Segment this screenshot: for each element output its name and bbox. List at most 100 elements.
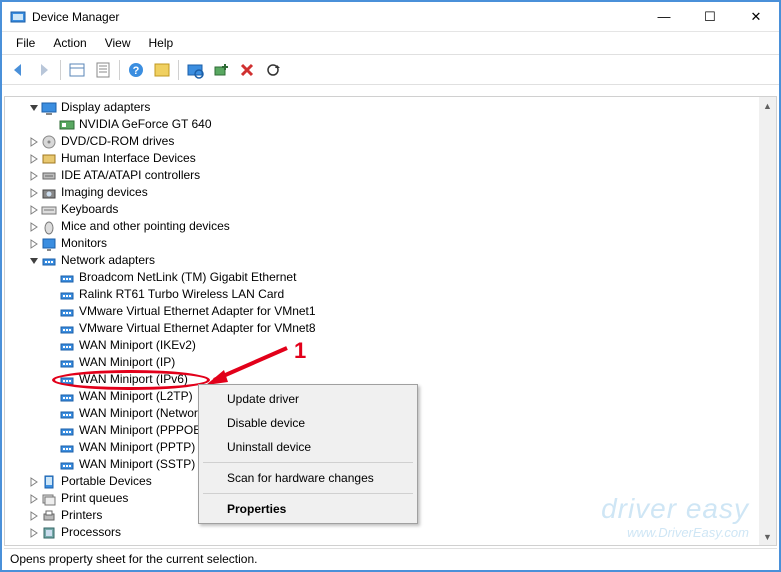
tree-item-label: DVD/CD-ROM drives xyxy=(61,133,174,150)
vertical-scrollbar[interactable]: ▲ ▼ xyxy=(759,97,776,545)
menu-action[interactable]: Action xyxy=(45,34,94,52)
toolbar-back-button[interactable] xyxy=(6,58,30,82)
tree-item[interactable]: VMware Virtual Ethernet Adapter for VMne… xyxy=(5,303,776,320)
toolbar-properties-button[interactable] xyxy=(91,58,115,82)
context-menu-uninstall-device[interactable]: Uninstall device xyxy=(201,435,415,459)
toolbar-forward-button[interactable] xyxy=(32,58,56,82)
chevron-right-icon[interactable] xyxy=(27,203,41,217)
tree-expander-none xyxy=(45,390,59,404)
svg-text:?: ? xyxy=(133,65,140,77)
tree-item-label: Print queues xyxy=(61,490,128,507)
gpu-icon xyxy=(59,117,75,133)
chevron-down-icon[interactable] xyxy=(27,254,41,268)
tree-item[interactable]: WAN Miniport (IKEv2) xyxy=(5,337,776,354)
net-icon xyxy=(59,406,75,422)
chevron-right-icon[interactable] xyxy=(27,492,41,506)
tree-item-label: Portable Devices xyxy=(61,473,152,490)
tree-item[interactable]: Ralink RT61 Turbo Wireless LAN Card xyxy=(5,286,776,303)
net-icon xyxy=(59,457,75,473)
toolbar-refresh-button[interactable] xyxy=(261,58,285,82)
hid-icon xyxy=(41,151,57,167)
context-menu-scan-for-hardware-changes[interactable]: Scan for hardware changes xyxy=(201,466,415,490)
net-icon xyxy=(41,253,57,269)
menu-file[interactable]: File xyxy=(8,34,43,52)
tree-item-label: Broadcom NetLink (TM) Gigabit Ethernet xyxy=(79,269,296,286)
toolbar-scan-button[interactable] xyxy=(183,58,207,82)
net-icon xyxy=(59,355,75,371)
scroll-down-button[interactable]: ▼ xyxy=(759,528,776,545)
tree-item-label: Mice and other pointing devices xyxy=(61,218,230,235)
chevron-right-icon[interactable] xyxy=(27,509,41,523)
chevron-right-icon[interactable] xyxy=(27,475,41,489)
keyboard-icon xyxy=(41,202,57,218)
annotation-circle-1 xyxy=(52,370,210,390)
tree-item-label: Printers xyxy=(61,507,102,524)
tree-item[interactable]: Keyboards xyxy=(5,201,776,218)
menu-view[interactable]: View xyxy=(97,34,139,52)
tree-item-label: NVIDIA GeForce GT 640 xyxy=(79,116,212,133)
tree-item[interactable]: VMware Virtual Ethernet Adapter for VMne… xyxy=(5,320,776,337)
chevron-right-icon[interactable] xyxy=(27,169,41,183)
tree-expander-none xyxy=(45,305,59,319)
tree-item-label: Display adapters xyxy=(61,99,150,116)
toolbar-separator xyxy=(119,60,120,80)
tree-item-label: VMware Virtual Ethernet Adapter for VMne… xyxy=(79,303,316,320)
tree-item-label: WAN Miniport (IP) xyxy=(79,354,175,371)
disc-icon xyxy=(41,134,57,150)
annotation-label-1: 1 xyxy=(294,338,306,364)
tree-item[interactable]: IDE ATA/ATAPI controllers xyxy=(5,167,776,184)
tree-item-label: Keyboards xyxy=(61,201,118,218)
toolbar-remove-button[interactable] xyxy=(235,58,259,82)
net-icon xyxy=(59,389,75,405)
toolbar-show-hidden-button[interactable] xyxy=(65,58,89,82)
tree-item-label: Monitors xyxy=(61,235,107,252)
chevron-right-icon[interactable] xyxy=(27,186,41,200)
net-icon xyxy=(59,287,75,303)
chevron-right-icon[interactable] xyxy=(27,135,41,149)
tree-item-label: Ralink RT61 Turbo Wireless LAN Card xyxy=(79,286,284,303)
tree-item-label: Processors xyxy=(61,524,121,541)
chevron-right-icon[interactable] xyxy=(27,220,41,234)
chevron-right-icon[interactable] xyxy=(27,526,41,540)
camera-icon xyxy=(41,185,57,201)
maximize-button[interactable]: ☐ xyxy=(687,2,733,32)
tree-item[interactable]: Mice and other pointing devices xyxy=(5,218,776,235)
tree-expander-none xyxy=(45,118,59,132)
tree-item[interactable]: WAN Miniport (IP) xyxy=(5,354,776,371)
menu-bar: FileActionViewHelp xyxy=(2,32,779,55)
tree-item[interactable]: Monitors xyxy=(5,235,776,252)
toolbar-separator xyxy=(60,60,61,80)
tree-item[interactable]: Imaging devices xyxy=(5,184,776,201)
tree-item-label: WAN Miniport (IKEv2) xyxy=(79,337,196,354)
tree-item[interactable]: Broadcom NetLink (TM) Gigabit Ethernet xyxy=(5,269,776,286)
context-menu-disable-device[interactable]: Disable device xyxy=(201,411,415,435)
menu-help[interactable]: Help xyxy=(141,34,182,52)
net-icon xyxy=(59,440,75,456)
scroll-up-button[interactable]: ▲ xyxy=(759,97,776,114)
tree-item[interactable]: DVD/CD-ROM drives xyxy=(5,133,776,150)
tree-item[interactable]: NVIDIA GeForce GT 640 xyxy=(5,116,776,133)
tree-item[interactable]: Display adapters xyxy=(5,99,776,116)
tree-item-label: Network adapters xyxy=(61,252,155,269)
tree-item[interactable]: Network adapters xyxy=(5,252,776,269)
close-button[interactable]: ✕ xyxy=(733,2,779,32)
tree-item[interactable]: Human Interface Devices xyxy=(5,150,776,167)
chevron-right-icon[interactable] xyxy=(27,152,41,166)
chevron-right-icon[interactable] xyxy=(27,237,41,251)
tree-expander-none xyxy=(45,322,59,336)
tree-expander-none xyxy=(45,441,59,455)
tree-expander-none xyxy=(45,356,59,370)
tree-item[interactable]: Processors xyxy=(5,524,776,541)
printer-icon xyxy=(41,508,57,524)
status-text: Opens property sheet for the current sel… xyxy=(10,552,257,566)
minimize-button[interactable]: — xyxy=(641,2,687,32)
chevron-down-icon[interactable] xyxy=(27,101,41,115)
mouse-icon xyxy=(41,219,57,235)
toolbar-add-legacy-button[interactable] xyxy=(209,58,233,82)
context-menu-update-driver[interactable]: Update driver xyxy=(201,387,415,411)
context-menu-properties[interactable]: Properties xyxy=(201,497,415,521)
tree-expander-none xyxy=(45,458,59,472)
toolbar-help-button[interactable]: ? xyxy=(124,58,148,82)
net-icon xyxy=(59,270,75,286)
toolbar-action-center-button[interactable] xyxy=(150,58,174,82)
